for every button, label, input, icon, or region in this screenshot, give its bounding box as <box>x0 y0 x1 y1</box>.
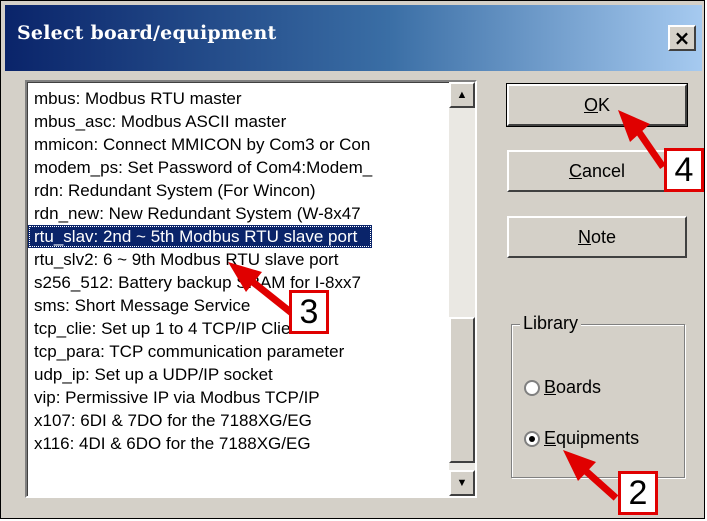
step-2-callout: 2 <box>618 471 658 515</box>
step-4-callout: 4 <box>664 148 704 192</box>
step-3-callout: 3 <box>289 290 329 334</box>
step-2-number: 2 <box>628 473 648 512</box>
step-3-number: 3 <box>299 292 319 331</box>
step-4-number: 4 <box>674 150 694 189</box>
annotation-arrows <box>228 110 666 501</box>
